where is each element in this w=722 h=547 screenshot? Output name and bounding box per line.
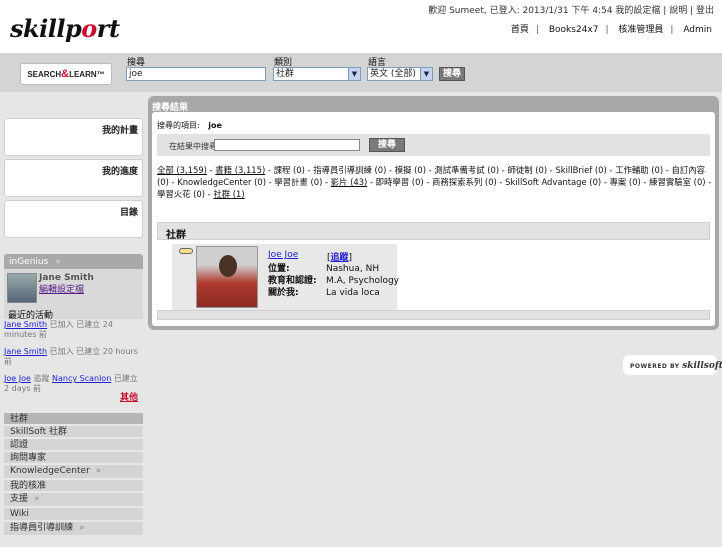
menu-label: 我的核准 — [10, 481, 47, 491]
search-button[interactable]: 搜尋 — [439, 67, 465, 81]
menu-label: KnowledgeCenter — [10, 466, 90, 476]
menu-item-wiki[interactable]: Wiki — [4, 507, 143, 520]
result-card: Joe Joe [追蹤] 位置: Nashua, NH 教育和認證: M.A, Ps… — [172, 244, 399, 310]
chevron-down-icon[interactable]: ▼ — [348, 68, 360, 80]
menu-label: SkillSoft 社群 — [10, 427, 68, 437]
catalog-title: 目錄 — [119, 208, 138, 218]
activity-user-link[interactable]: Joe Joe — [4, 374, 31, 383]
refine-input[interactable] — [214, 139, 360, 151]
chevron-right-icon: » — [95, 466, 102, 476]
category-value: 社群 — [276, 69, 295, 79]
menu-label: 認證 — [10, 440, 29, 450]
language-select[interactable]: 英文 (全部) ▼ — [367, 67, 433, 81]
refine-search: 在結果中搜尋 搜尋 — [157, 134, 710, 156]
catalog-box[interactable]: 目錄 — [4, 200, 143, 238]
refine-search-button[interactable]: 搜尋 — [369, 138, 405, 152]
filter-books[interactable]: 書籍 (3,115) — [215, 165, 265, 175]
filter-videos[interactable]: 影片 (43) — [331, 177, 368, 187]
menu-item-skillsoft-community[interactable]: SkillSoft 社群 — [4, 425, 143, 437]
my-plan-box[interactable]: 我的計畫 — [4, 118, 143, 156]
menu-item-community[interactable]: 社群 — [4, 412, 143, 424]
menu-item-ask-expert[interactable]: 詢問專家 — [4, 451, 143, 463]
filter-community[interactable]: 社群 (1) — [213, 189, 244, 199]
activity-user-link[interactable]: Jane Smith — [4, 347, 47, 356]
menu-label: 支援 — [10, 494, 29, 504]
menu-label: 社群 — [10, 414, 29, 424]
more-link[interactable]: 其他 — [120, 390, 138, 403]
nav-approval-manager[interactable]: 核准管理員 — [618, 25, 663, 35]
person-head — [219, 255, 237, 277]
search-bar: SEARCH&LEARN™ 搜尋 joe 類別 社群 ▼ 語言 英文 (全部) … — [0, 53, 722, 92]
my-profile-link[interactable]: 我的設定檔 — [615, 6, 660, 16]
language-value: 英文 (全部) — [370, 69, 416, 79]
detail-value: La vida loca — [326, 288, 380, 298]
activity-text: 追蹤 — [33, 374, 50, 383]
welcome-bar: 歡迎 Sumeet, 已登入: 2013/1/31 下午 4:54 我的設定檔 … — [428, 6, 714, 16]
nav-books24x7[interactable]: Books24x7 — [549, 25, 599, 35]
edit-profile-link[interactable]: 編輯設定檔 — [39, 282, 84, 295]
logout-link[interactable]: 登出 — [696, 6, 714, 16]
skillsoft-logo: skillsoft — [682, 361, 722, 371]
menu-item-ilt[interactable]: 指導員引導訓練 » — [4, 521, 143, 535]
top-nav: 首頁 | Books24x7 | 核准管理員 | Admin — [510, 25, 712, 35]
results-body: 搜尋的項目: joe 在結果中搜尋 搜尋 全部 (3,159) - 書籍 (3,… — [152, 112, 715, 326]
menu-item-certification[interactable]: 認證 — [4, 438, 143, 450]
help-link[interactable]: 說明 — [669, 6, 687, 16]
status-toggle-icon[interactable] — [179, 248, 193, 254]
nav-home[interactable]: 首頁 — [511, 25, 529, 35]
recent-activity-title: 最近的活動 — [4, 308, 143, 321]
welcome-text: 歡迎 Sumeet, 已登入: 2013/1/31 下午 4:54 — [428, 6, 613, 16]
section-header: 社群 — [157, 222, 710, 241]
category-select[interactable]: 社群 ▼ — [273, 67, 361, 81]
profile-card: Jane Smith 編輯設定檔 — [4, 269, 143, 309]
chevron-right-icon: » — [79, 523, 85, 533]
list-item: Jane Smith 已加入 已建立 20 hours 前 — [4, 347, 143, 371]
menu-item-knowledgecenter[interactable]: KnowledgeCenter » — [4, 464, 143, 478]
search-input[interactable]: joe — [126, 67, 266, 81]
ingenius-header[interactable]: inGenius » — [4, 254, 143, 269]
ingenius-title: inGenius — [9, 257, 49, 267]
detail-row: 關於我: La vida loca — [268, 285, 380, 298]
chevron-down-icon[interactable]: ▼ — [420, 68, 432, 80]
search-term: 搜尋的項目: joe — [157, 120, 222, 131]
list-item: Jane Smith 已加入 已建立 24 minutes 前 — [4, 320, 143, 344]
nav-admin[interactable]: Admin — [683, 25, 712, 35]
activity-user-link[interactable]: Jane Smith — [4, 320, 47, 329]
refine-label: 在結果中搜尋 — [169, 142, 217, 151]
chevron-right-icon: » — [55, 257, 61, 267]
powered-by-badge: POWERED BY skillsoft — [623, 355, 722, 375]
chevron-right-icon: » — [34, 494, 40, 504]
term-label: 搜尋的項目: — [157, 121, 200, 130]
category-filters: 全部 (3,159) - 書籍 (3,115) - 課程 (0) - 指導員引導… — [157, 164, 712, 200]
my-plan-title: 我的計畫 — [101, 126, 138, 136]
my-progress-box[interactable]: 我的進度 — [4, 159, 143, 197]
my-progress-title: 我的進度 — [101, 167, 138, 177]
filter-all[interactable]: 全部 (3,159) — [157, 165, 207, 175]
menu-label: 詢問專家 — [10, 453, 47, 463]
menu-label: 指導員引導訓練 — [10, 523, 74, 533]
menu-label: Wiki — [10, 509, 29, 519]
results-footer-bar — [157, 310, 710, 320]
header: skillport 歡迎 Sumeet, 已登入: 2013/1/31 下午 4… — [0, 0, 722, 53]
activity-user-link[interactable]: Nancy Scanlon — [52, 374, 111, 383]
person-photo[interactable] — [196, 246, 258, 308]
menu-item-my-approvals[interactable]: 我的核准 — [4, 479, 143, 491]
detail-key: 關於我: — [268, 288, 299, 298]
search-results-panel: 搜尋結果 搜尋的項目: joe 在結果中搜尋 搜尋 全部 (3,159) - 書… — [148, 96, 719, 330]
menu-item-support[interactable]: 支援 » — [4, 492, 143, 506]
skillport-logo[interactable]: skillport — [10, 14, 120, 43]
powered-text: POWERED BY — [630, 363, 680, 370]
search-and-learn-logo: SEARCH&LEARN™ — [20, 63, 112, 85]
avatar — [7, 273, 37, 303]
term-value: joe — [208, 121, 222, 130]
person-name-link[interactable]: Joe Joe — [268, 250, 298, 260]
